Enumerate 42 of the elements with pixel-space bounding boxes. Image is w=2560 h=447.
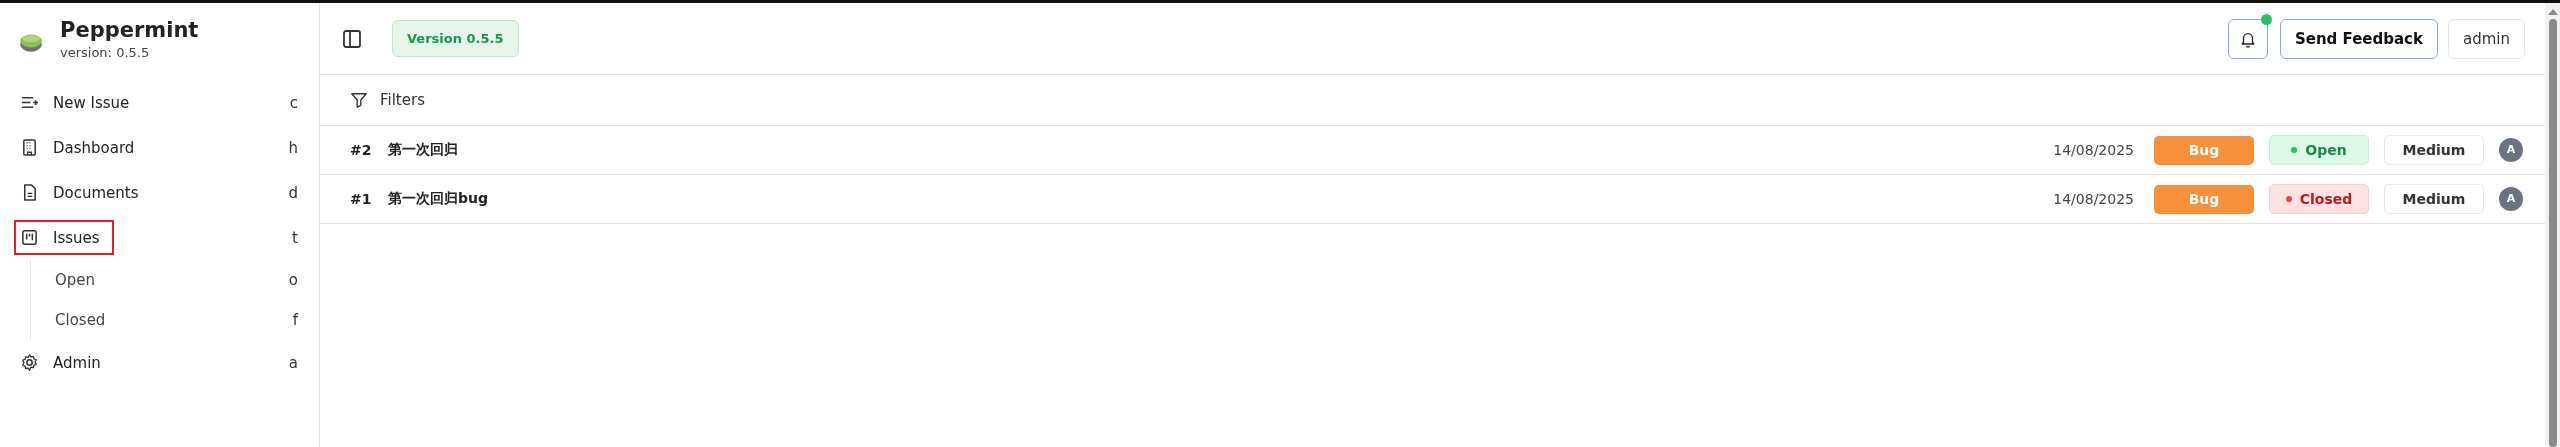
filters-button[interactable]: Filters (380, 91, 425, 109)
status-badge: Open (2269, 135, 2369, 165)
shortcut-key: f (292, 311, 300, 329)
issue-number: #1 (350, 191, 373, 207)
sidebar-subitem[interactable]: Open (55, 271, 96, 289)
shortcut-key: o (288, 271, 300, 289)
issue-date: 14/08/2025 (2053, 142, 2134, 158)
type-badge: Bug (2154, 135, 2254, 165)
issue-row[interactable]: #1 第一次回归bug 14/08/2025 Bug Closed Medium A (320, 175, 2545, 224)
sidebar-toggle-icon[interactable] (342, 28, 362, 49)
assignee-avatar: A (2499, 187, 2523, 211)
scrollbar[interactable] (2545, 3, 2560, 447)
sidebar-item[interactable]: Admin (14, 345, 115, 380)
shortcut-key: a (288, 353, 300, 372)
priority-badge: Medium (2384, 135, 2484, 165)
issue-number: #2 (350, 142, 373, 158)
sidebar-item[interactable]: New Issue (14, 85, 144, 120)
board-icon (20, 228, 39, 247)
sidebar-item[interactable]: Dashboard (14, 130, 149, 165)
send-feedback-button[interactable]: Send Feedback (2279, 18, 2438, 59)
building-icon (20, 138, 39, 157)
sidebar-item[interactable]: Issues (14, 220, 114, 255)
type-badge: Bug (2154, 184, 2254, 214)
filter-icon[interactable] (350, 91, 368, 109)
issue-title: 第一次回归 (388, 141, 458, 159)
app-version: version: 0.5.5 (60, 45, 151, 60)
settings-icon (20, 353, 39, 372)
priority-badge: Medium (2384, 184, 2484, 214)
issue-row[interactable]: #2 第一次回归 14/08/2025 Bug Open Medium A (320, 126, 2545, 175)
user-menu-button[interactable]: admin (2448, 18, 2525, 59)
version-badge: Version 0.5.5 (392, 20, 519, 57)
shortcut-key: c (289, 93, 300, 112)
sidebar-item[interactable]: Documents (14, 175, 153, 210)
status-badge: Closed (2269, 184, 2369, 214)
app-name: Peppermint (60, 17, 199, 43)
shortcut-key: t (292, 228, 300, 247)
assignee-avatar: A (2499, 138, 2523, 162)
issue-date: 14/08/2025 (2053, 191, 2134, 207)
issue-title: 第一次回归bug (388, 190, 488, 208)
shortcut-key: d (288, 183, 300, 202)
sidebar-subitem[interactable]: Closed (55, 311, 106, 329)
shortcut-key: h (288, 138, 300, 157)
